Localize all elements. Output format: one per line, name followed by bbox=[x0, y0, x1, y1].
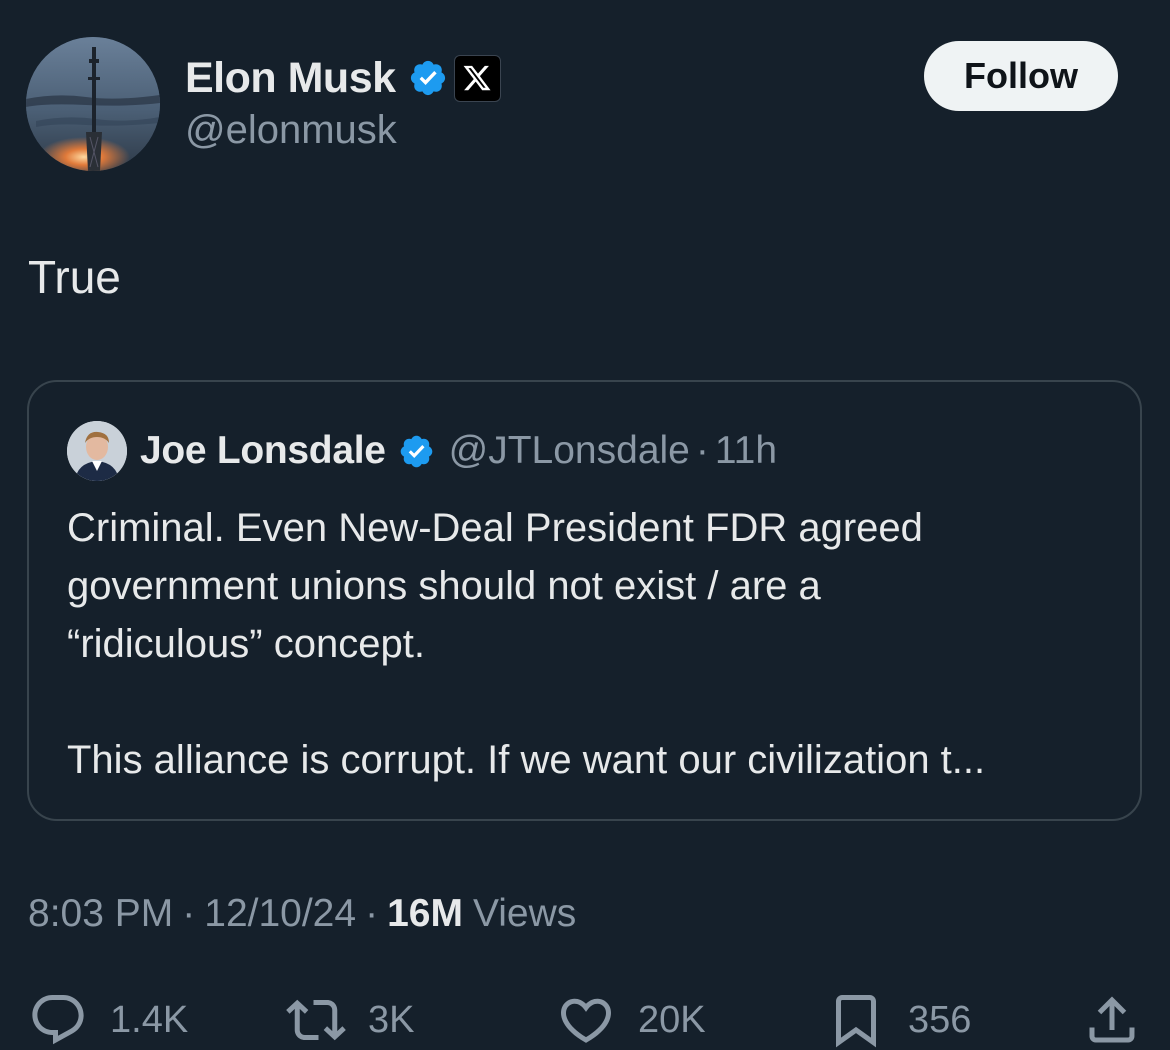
quoted-tweet-header: Joe Lonsdale @JTLonsdale · 11h bbox=[67, 420, 777, 482]
tweet-meta: 8:03 PM · 12/10/24 · 16M Views bbox=[28, 892, 576, 936]
follow-button[interactable]: Follow bbox=[924, 41, 1118, 111]
tweet-time[interactable]: 8:03 PM bbox=[28, 892, 173, 936]
quoted-tweet-text: Criminal. Even New-Deal President FDR ag… bbox=[67, 499, 1117, 789]
tweet-date[interactable]: 12/10/24 bbox=[204, 892, 356, 936]
quoted-line: government unions should not exist / are… bbox=[67, 564, 821, 608]
bookmark-button[interactable]: 356 bbox=[826, 990, 971, 1050]
author-avatar[interactable] bbox=[26, 37, 160, 171]
x-logo-icon[interactable] bbox=[453, 54, 501, 102]
quoted-timestamp[interactable]: 11h bbox=[715, 429, 777, 473]
share-icon bbox=[1089, 996, 1135, 1043]
quoted-author-avatar[interactable] bbox=[67, 421, 127, 481]
author-name[interactable]: Elon Musk bbox=[185, 54, 396, 103]
verified-badge-icon[interactable] bbox=[408, 58, 448, 98]
views-count[interactable]: 16M bbox=[387, 892, 463, 936]
reply-count: 1.4K bbox=[110, 998, 189, 1041]
quoted-line: Criminal. Even New-Deal President FDR ag… bbox=[67, 506, 923, 550]
bookmark-count: 356 bbox=[908, 998, 972, 1041]
reply-icon bbox=[32, 995, 84, 1045]
like-button[interactable]: 20K bbox=[556, 990, 706, 1050]
quoted-author-handle[interactable]: @JTLonsdale bbox=[449, 429, 690, 473]
like-count: 20K bbox=[638, 998, 706, 1041]
quoted-line: “ridiculous” concept. bbox=[67, 622, 425, 666]
tweet-text: True bbox=[28, 251, 121, 303]
quoted-verified-badge-icon bbox=[400, 435, 432, 467]
quoted-line: This alliance is corrupt. If we want our… bbox=[67, 738, 986, 782]
author-handle[interactable]: @elonmusk bbox=[185, 108, 397, 153]
quoted-paragraph-2: This alliance is corrupt. If we want our… bbox=[67, 731, 1117, 789]
meta-separator: · bbox=[182, 892, 196, 935]
avatar-image bbox=[26, 37, 160, 171]
meta-separator: · bbox=[365, 892, 379, 935]
author-line: Elon Musk bbox=[185, 52, 501, 104]
bookmark-icon bbox=[836, 995, 876, 1048]
reply-button[interactable]: 1.4K bbox=[28, 990, 188, 1050]
quoted-paragraph-1: Criminal. Even New-Deal President FDR ag… bbox=[67, 499, 1117, 673]
quoted-separator: · bbox=[695, 429, 709, 472]
quoted-tweet-card[interactable]: Joe Lonsdale @JTLonsdale · 11h Criminal.… bbox=[27, 380, 1142, 821]
repost-icon bbox=[286, 999, 346, 1041]
share-button[interactable] bbox=[1082, 990, 1142, 1050]
views-label: Views bbox=[472, 892, 577, 935]
repost-button[interactable]: 3K bbox=[286, 990, 414, 1050]
heart-icon bbox=[560, 998, 612, 1043]
quoted-author-name[interactable]: Joe Lonsdale bbox=[140, 429, 386, 473]
repost-count: 3K bbox=[368, 998, 415, 1041]
